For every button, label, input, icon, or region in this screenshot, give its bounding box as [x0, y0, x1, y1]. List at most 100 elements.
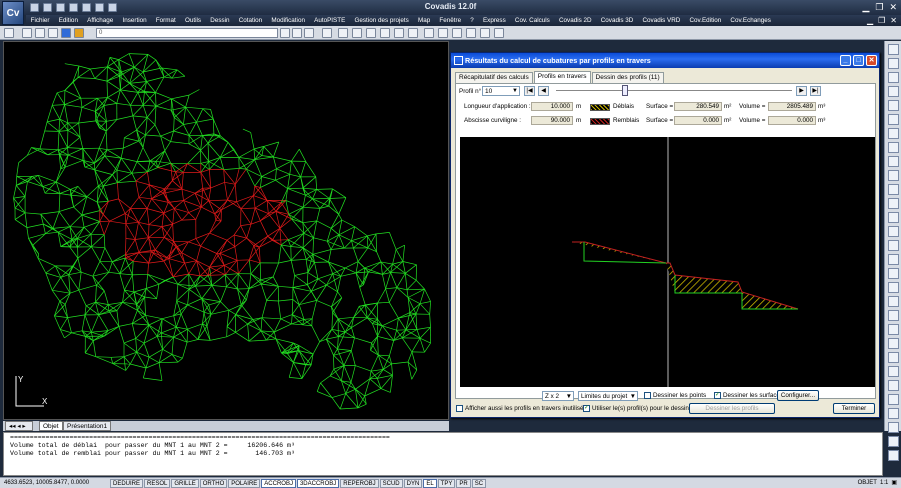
draw-tool-icon[interactable]	[888, 422, 899, 433]
status-tray-icon[interactable]: ▣	[891, 479, 897, 486]
limits-select[interactable]: Limites du projet ▼	[578, 391, 638, 401]
window-controls[interactable]: ▁ ❐ ✕	[862, 2, 897, 13]
status-toggle-deduire[interactable]: DEDUIRE	[110, 478, 144, 488]
profile-number-select[interactable]: 10 ▼	[482, 86, 520, 96]
draw-tool-icon[interactable]	[888, 114, 899, 125]
menu-item[interactable]: Express	[478, 17, 510, 24]
layer-sun-icon[interactable]	[74, 28, 84, 38]
zoom-select[interactable]: Z x 2 ▼	[542, 391, 574, 401]
shade-icon-4[interactable]	[466, 28, 476, 38]
status-toggle-accrobj[interactable]: ACCROBJ	[261, 478, 296, 488]
drawing-canvas[interactable]: Y X	[3, 41, 449, 420]
menu-item[interactable]: Edition	[54, 17, 82, 24]
layer-lock-icon[interactable]	[48, 28, 58, 38]
close-icon[interactable]: ✕	[889, 2, 897, 13]
menu-item[interactable]: Map	[413, 17, 434, 24]
layer-match-icon[interactable]	[304, 28, 314, 38]
draw-tool-icon[interactable]	[888, 268, 899, 279]
view-icon-6[interactable]	[394, 28, 404, 38]
last-profile-button[interactable]: ▶|	[810, 86, 821, 96]
view-icon-3[interactable]	[352, 28, 362, 38]
layer-manager-icon[interactable]	[4, 28, 14, 38]
draw-tool-icon[interactable]	[888, 72, 899, 83]
shade-icon-3[interactable]	[452, 28, 462, 38]
tab-nav-buttons[interactable]: ◂◂ ◂ ▸ ▸▸	[5, 421, 33, 440]
draw-tool-icon[interactable]	[888, 254, 899, 265]
draw-tool-icon[interactable]	[888, 436, 899, 447]
menu-item[interactable]: Fenêtre	[435, 17, 466, 24]
finish-button[interactable]: Terminer	[833, 403, 875, 414]
draw-tool-icon[interactable]	[888, 184, 899, 195]
draw-tool-icon[interactable]	[888, 86, 899, 97]
status-toggle-ortho[interactable]: ORTHO	[199, 478, 228, 488]
tab-profils-en-travers[interactable]: Profils en travers	[533, 71, 591, 83]
show-unused-checkbox[interactable]: Afficher aussi les profils en travers in…	[456, 405, 587, 412]
cross-section-plot[interactable]	[460, 137, 875, 387]
draw-tool-icon[interactable]	[888, 366, 899, 377]
menu-item[interactable]: Outils	[180, 17, 205, 24]
status-toggle-resol[interactable]: RESOL	[144, 478, 171, 488]
status-toggle-pr[interactable]: PR	[456, 478, 471, 488]
shade-icon-6[interactable]	[494, 28, 504, 38]
menu-item[interactable]: Dessin	[206, 17, 234, 24]
tab-dessin-des-profils[interactable]: Dessin des profils (11)	[591, 72, 664, 83]
menu-bar[interactable]: Fichier Edition Affichage Insertion Format Ou…	[26, 15, 901, 26]
document-window-controls[interactable]: ▁ ❐ ✕	[867, 16, 897, 25]
layer-prev-icon[interactable]	[280, 28, 290, 38]
dialog-close-icon[interactable]: ✕	[866, 55, 877, 66]
minimize-icon[interactable]: ▁	[862, 2, 869, 13]
status-toggle-scud[interactable]: SCUD	[379, 478, 403, 488]
layer-color-icon[interactable]	[61, 28, 71, 38]
profile-slider-thumb[interactable]	[622, 85, 628, 96]
tab-objet[interactable]: Objet	[39, 421, 63, 431]
draw-tool-icon[interactable]	[888, 170, 899, 181]
status-toggle-3daccrobj[interactable]: 3DACCROBJ	[296, 478, 340, 488]
space-indicator[interactable]: OBJET	[858, 480, 877, 486]
menu-item[interactable]: Modification	[267, 17, 310, 24]
doc-restore-icon[interactable]: ❐	[878, 16, 885, 25]
tab-recapitulatif[interactable]: Récapitulatif des calculs	[455, 72, 533, 83]
menu-item[interactable]: Affichage	[83, 17, 118, 24]
draw-tool-icon[interactable]	[888, 240, 899, 251]
menu-item[interactable]: Cov.Edition	[685, 17, 726, 24]
draw-tool-icon[interactable]	[888, 310, 899, 321]
doc-close-icon[interactable]: ✕	[890, 16, 897, 25]
menu-item[interactable]: Fichier	[26, 17, 54, 24]
layer-current-icon[interactable]	[292, 28, 302, 38]
menu-item[interactable]: Cov.Echanges	[726, 17, 776, 24]
status-toggle-sc[interactable]: SC	[471, 478, 487, 488]
menu-item[interactable]: Covadis 2D	[554, 17, 596, 24]
menu-item[interactable]: Cov. Calculs	[510, 17, 554, 24]
status-toggle-el[interactable]: EL	[423, 478, 437, 488]
layer-on-icon[interactable]	[22, 28, 32, 38]
app-logo[interactable]: Cv	[2, 1, 24, 25]
view-icon-1[interactable]	[322, 28, 332, 38]
layer-select[interactable]: 0	[96, 28, 278, 38]
draw-surfaces-checkbox[interactable]: ✓ Dessiner les surfaces	[714, 392, 783, 399]
status-toggle-grille[interactable]: GRILLE	[171, 478, 199, 488]
menu-item[interactable]: AutoPISTE	[310, 17, 350, 24]
draw-points-checkbox[interactable]: Dessiner les points	[644, 392, 706, 399]
layer-freeze-icon[interactable]	[35, 28, 45, 38]
draw-tool-icon[interactable]	[888, 128, 899, 139]
draw-tool-icon[interactable]	[888, 156, 899, 167]
restore-icon[interactable]: ❐	[875, 2, 883, 13]
menu-item[interactable]: Format	[151, 17, 180, 24]
dialog-maximize-icon[interactable]: □	[853, 55, 864, 66]
menu-item[interactable]: Cotation	[234, 17, 267, 24]
draw-tool-icon[interactable]	[888, 338, 899, 349]
view-icon-7[interactable]	[408, 28, 418, 38]
next-profile-button[interactable]: ▶	[796, 86, 807, 96]
draw-tool-icon[interactable]	[888, 380, 899, 391]
draw-tool-icon[interactable]	[888, 296, 899, 307]
view-icon-5[interactable]	[380, 28, 390, 38]
draw-tool-icon[interactable]	[888, 198, 899, 209]
draw-tool-icon[interactable]	[888, 142, 899, 153]
menu-item[interactable]: Insertion	[118, 17, 151, 24]
draw-tool-icon[interactable]	[888, 324, 899, 335]
draw-tool-icon[interactable]	[888, 408, 899, 419]
status-toggle-polaire[interactable]: POLAIRE	[228, 478, 261, 488]
command-line[interactable]: ========================================…	[3, 432, 883, 476]
draw-tool-icon[interactable]	[888, 58, 899, 69]
draw-profiles-button[interactable]: Dessiner les profils	[689, 403, 775, 414]
